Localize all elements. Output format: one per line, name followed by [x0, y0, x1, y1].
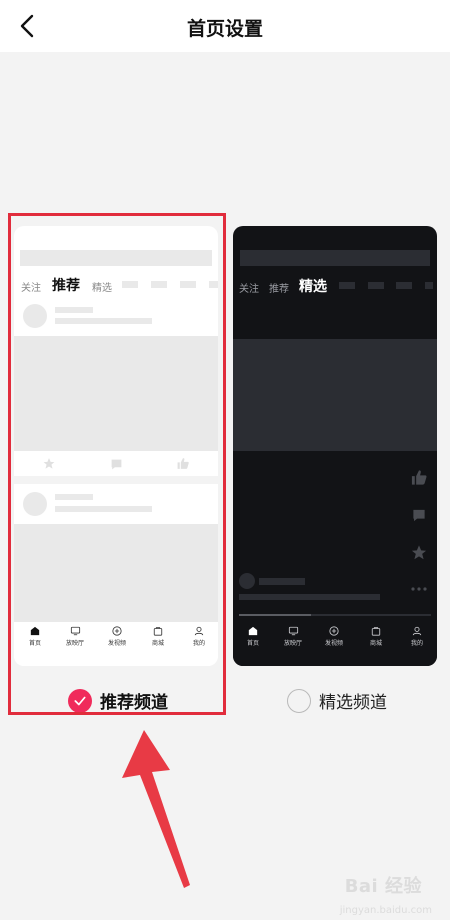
shopping-bag-icon — [371, 627, 381, 636]
checkmark-icon — [74, 696, 86, 705]
featured-channel-option[interactable]: 精选频道 — [287, 688, 387, 713]
featured-preview-card[interactable]: 关注 推荐 精选 首页 放映厅 发视频 商城 我的 — [233, 226, 437, 666]
tab-recommend: 推荐 — [52, 278, 80, 294]
skeleton-tab — [396, 282, 412, 289]
skeleton-tab — [339, 282, 355, 289]
radio-unchecked[interactable] — [287, 688, 311, 713]
skeleton-tab — [151, 281, 167, 288]
home-icon — [30, 626, 40, 636]
nav-me: 我的 — [397, 626, 437, 647]
tab-featured: 精选 — [92, 283, 112, 294]
page-title: 首页设置 — [186, 18, 263, 40]
recommend-channel-option[interactable]: 推荐频道 — [68, 688, 168, 713]
skeleton-search-bar — [240, 250, 430, 266]
plus-circle-icon — [329, 626, 339, 636]
skeleton-line — [55, 307, 93, 313]
skeleton-video-area — [233, 339, 437, 451]
shopping-bag-icon — [153, 627, 163, 636]
skeleton-line — [55, 494, 93, 500]
tab-follow: 关注 — [21, 283, 41, 294]
skeleton-line — [259, 578, 305, 585]
home-icon — [248, 626, 258, 636]
skeleton-tab — [180, 281, 196, 288]
recommend-channel-label: 推荐频道 — [100, 693, 168, 713]
bottom-nav: 首页 放映厅 发视频 商城 我的 — [233, 622, 437, 666]
skeleton-tab — [122, 281, 138, 288]
annotation-arrow-icon — [122, 730, 190, 888]
skeleton-tab — [368, 282, 384, 289]
watermark-logo: Bai 经验 — [344, 876, 422, 897]
nav-post: 发视频 — [97, 626, 137, 647]
plus-circle-icon — [112, 626, 122, 636]
skeleton-tab — [425, 282, 433, 289]
comment-icon — [111, 459, 122, 470]
tab-follow: 关注 — [239, 284, 259, 295]
skeleton-media — [14, 336, 218, 451]
tab-recommend: 推荐 — [269, 284, 289, 295]
thumbs-up-icon — [411, 470, 427, 485]
progress-fill — [239, 614, 311, 616]
featured-channel-label: 精选频道 — [319, 693, 387, 713]
nav-theater: 放映厅 — [55, 626, 95, 647]
skeleton-line — [55, 318, 152, 324]
nav-me: 我的 — [179, 626, 218, 647]
skeleton-avatar — [239, 573, 255, 589]
user-icon — [412, 626, 422, 636]
thumbs-up-icon — [177, 458, 189, 469]
nav-mall: 商城 — [138, 626, 178, 647]
user-icon — [194, 626, 204, 636]
more-icon — [411, 587, 427, 591]
skeleton-media — [14, 524, 218, 624]
nav-home: 首页 — [233, 626, 273, 647]
tv-icon — [288, 626, 298, 636]
comment-icon — [413, 509, 425, 522]
skeleton-divider — [14, 476, 218, 484]
skeleton-line — [239, 594, 380, 600]
bottom-nav: 首页 放映厅 发视频 商城 我的 — [14, 622, 218, 666]
watermark-url: jingyan.baidu.com — [339, 905, 432, 916]
nav-post: 发视频 — [314, 626, 354, 647]
skeleton-avatar — [23, 492, 47, 516]
skeleton-search-bar — [20, 250, 212, 266]
nav-theater: 放映厅 — [273, 626, 313, 647]
skeleton-tab — [209, 281, 218, 288]
star-icon — [411, 545, 427, 560]
tv-icon — [70, 626, 80, 636]
top-bar: 首页设置 — [0, 0, 450, 52]
star-icon — [43, 458, 55, 469]
skeleton-line — [55, 506, 152, 512]
tab-featured: 精选 — [299, 279, 327, 295]
radio-checked[interactable] — [68, 688, 92, 713]
skeleton-avatar — [23, 304, 47, 328]
nav-mall: 商城 — [356, 626, 396, 647]
nav-home: 首页 — [15, 626, 55, 647]
recommend-preview-card[interactable]: 关注 推荐 精选 首页 放映厅 发视频 商城 我的 — [14, 226, 218, 666]
